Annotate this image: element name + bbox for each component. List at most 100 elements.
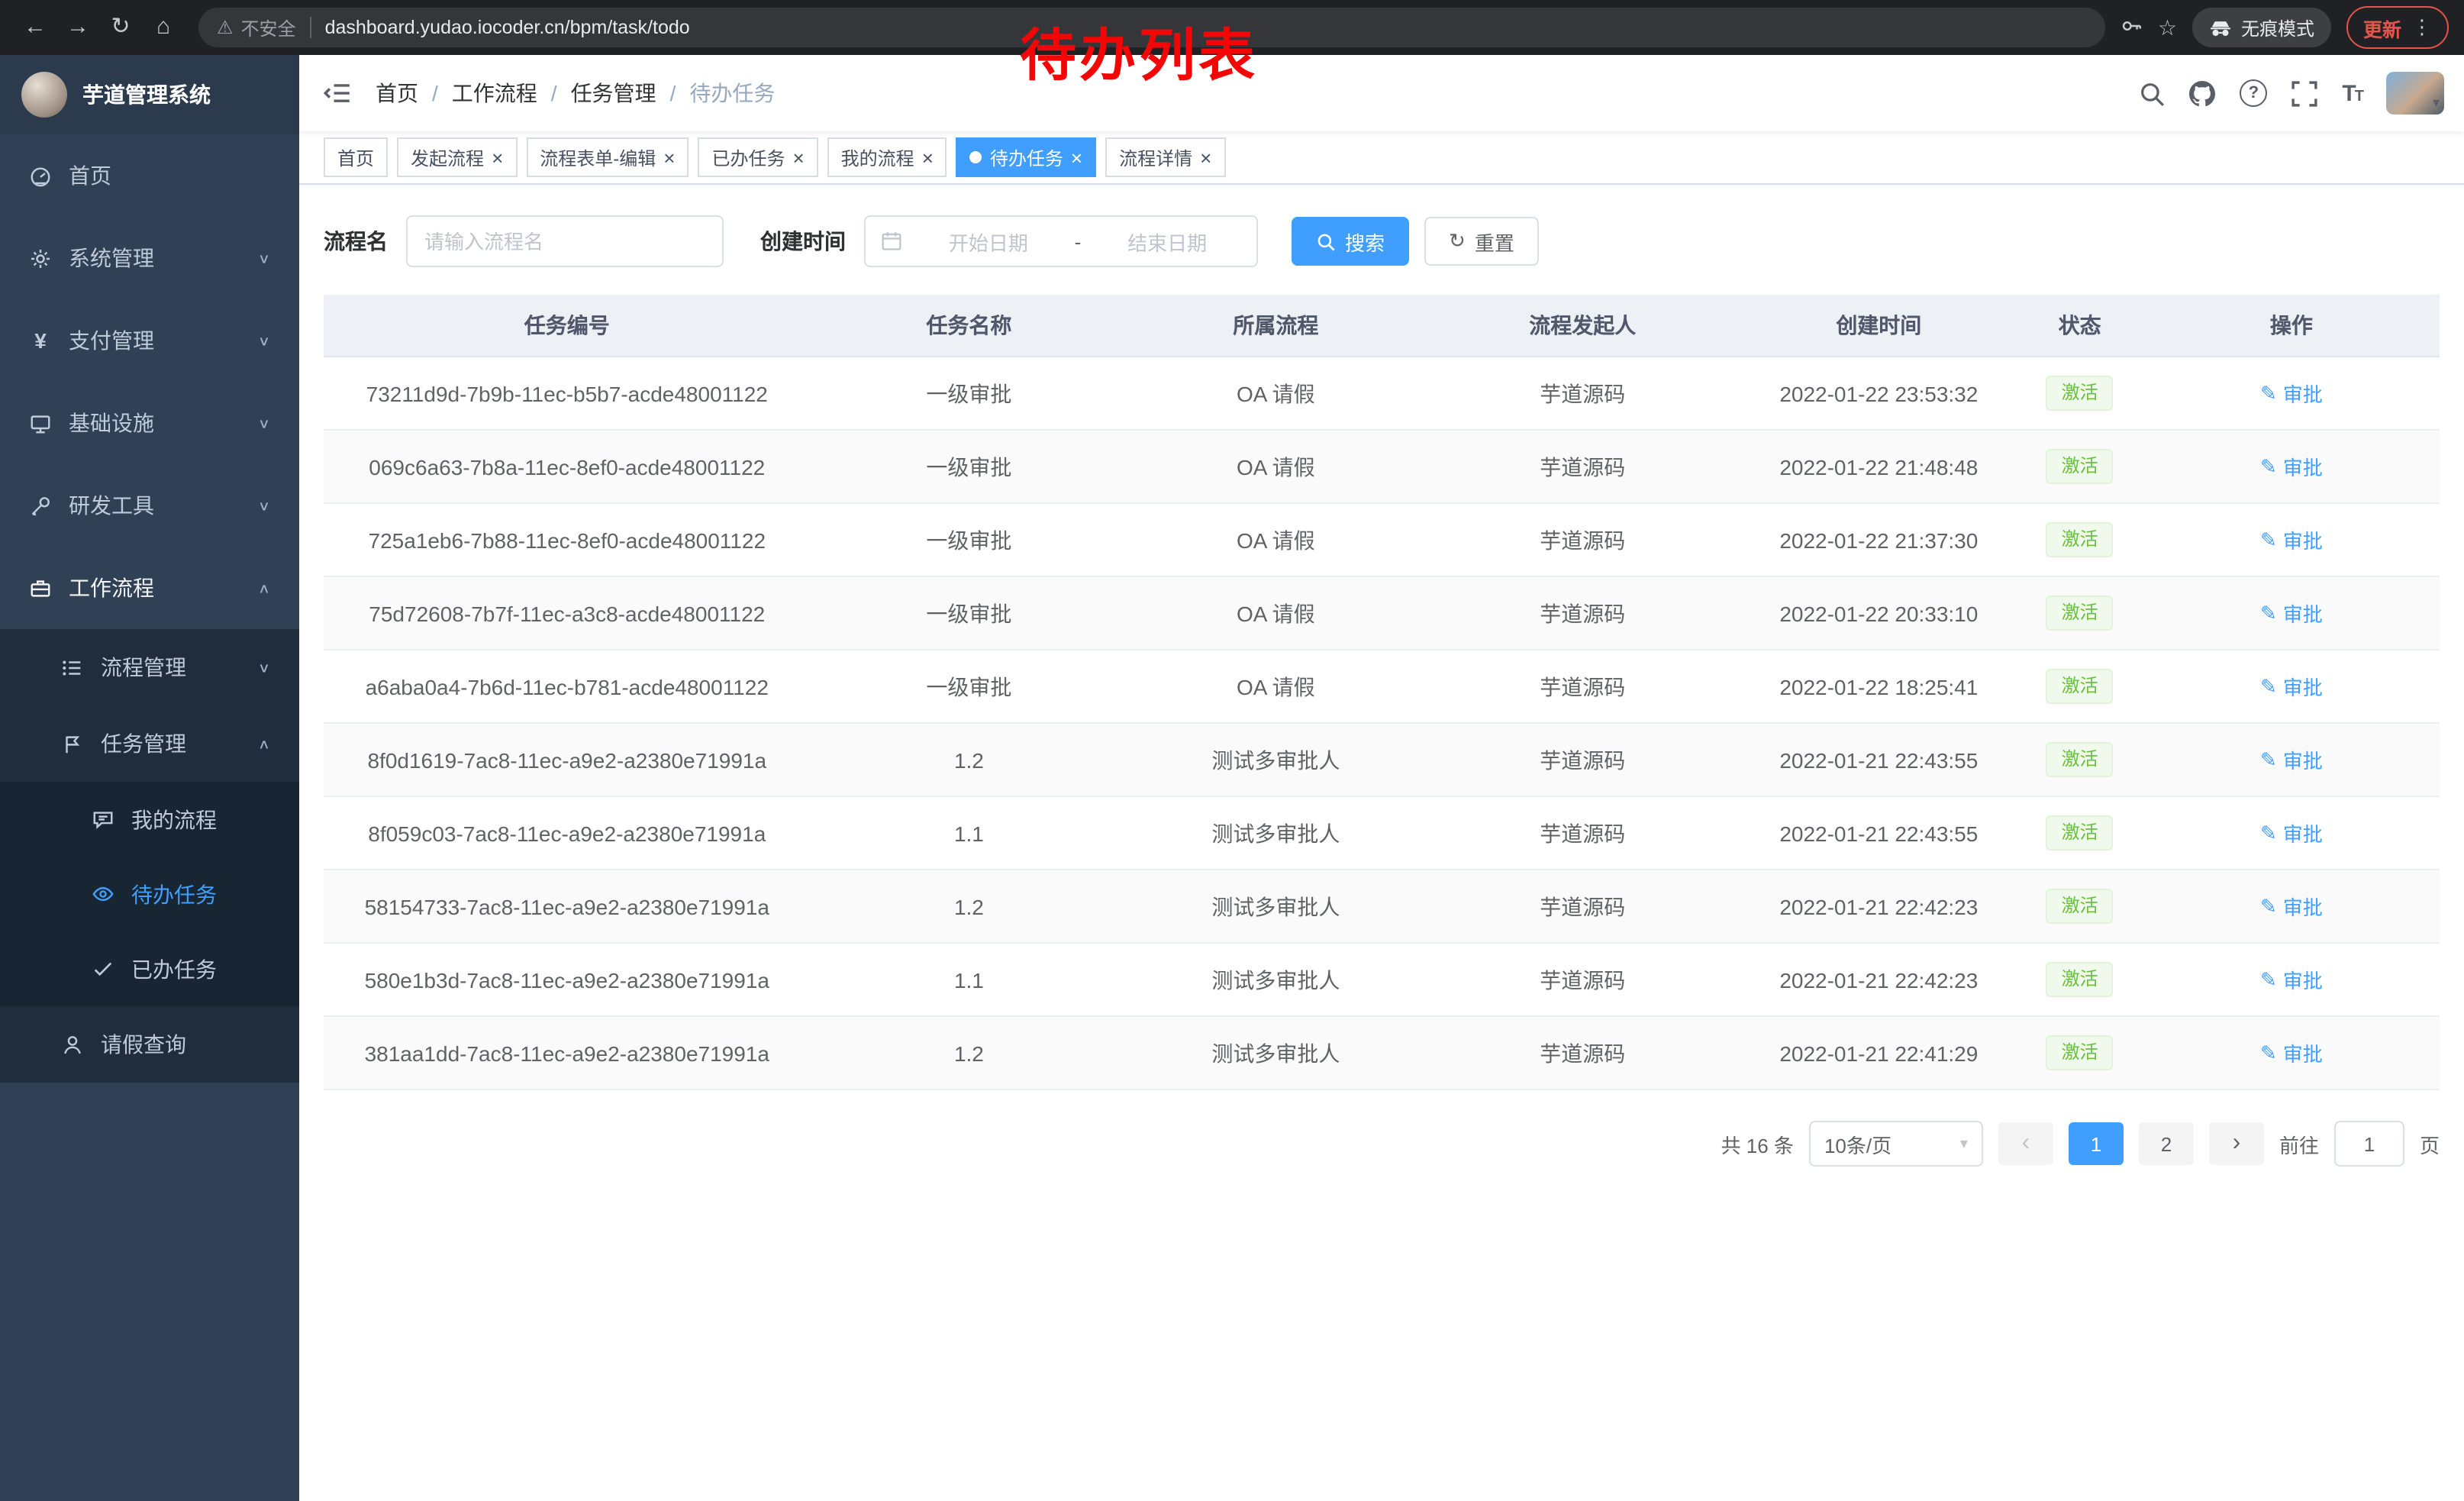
search-icon[interactable] — [2139, 80, 2165, 106]
next-page-button[interactable]: › — [2209, 1122, 2264, 1165]
sidebar-item-home[interactable]: 首页 — [0, 134, 299, 217]
tab-process-detail[interactable]: 流程详情 × — [1105, 137, 1225, 177]
approve-link[interactable]: ✎审批 — [2260, 599, 2323, 628]
task-id: 725a1eb6-7b88-11ec-8ef0-acde48001122 — [324, 503, 811, 576]
status-badge: 激活 — [2046, 596, 2114, 631]
browser-menu-icon[interactable]: ⋮ — [2412, 15, 2432, 40]
approve-link[interactable]: ✎审批 — [2260, 672, 2323, 701]
approve-link[interactable]: ✎审批 — [2260, 525, 2323, 554]
task-id: 75d72608-7b7f-11ec-a3c8-acde48001122 — [324, 576, 811, 650]
sidebar-item-payment[interactable]: ¥ 支付管理 ∨ — [0, 299, 299, 382]
sidebar-item-infra[interactable]: 基础设施 ∨ — [0, 382, 299, 464]
sidebar-item-process-mgmt[interactable]: 流程管理 ∨ — [0, 629, 299, 705]
edit-icon: ✎ — [2260, 381, 2277, 405]
fullscreen-icon[interactable] — [2291, 80, 2317, 106]
goto-page-input[interactable] — [2334, 1121, 2404, 1167]
task-starter: 芋道源码 — [1424, 357, 1741, 430]
sidebar-item-devtools[interactable]: 研发工具 ∨ — [0, 464, 299, 547]
end-date-placeholder[interactable]: 结束日期 — [1093, 227, 1241, 256]
page-button-2[interactable]: 2 — [2139, 1122, 2194, 1165]
task-name: 一级审批 — [811, 503, 1128, 576]
forward-icon[interactable]: → — [58, 8, 98, 47]
update-label[interactable]: 更新 — [2363, 13, 2401, 42]
task-name: 一级审批 — [811, 576, 1128, 650]
approve-link[interactable]: ✎审批 — [2260, 1038, 2323, 1067]
table-row: 381aa1dd-7ac8-11ec-a9e2-a2380e71991a 1.2… — [324, 1016, 2440, 1089]
sidebar-item-workflow[interactable]: 工作流程 ∧ — [0, 547, 299, 629]
help-icon[interactable]: ? — [2240, 79, 2267, 107]
bookmark-star-icon[interactable]: ☆ — [2158, 15, 2177, 40]
breadcrumb-home[interactable]: 首页 — [376, 78, 418, 108]
address-bar[interactable]: ⚠ 不安全 dashboard.yudao.iocoder.cn/bpm/tas… — [198, 8, 2106, 47]
home-icon[interactable]: ⌂ — [144, 8, 183, 47]
update-chip[interactable]: 更新 ⋮ — [2346, 6, 2449, 49]
reload-icon[interactable]: ↻ — [101, 8, 140, 47]
breadcrumb-workflow[interactable]: 工作流程 — [452, 78, 537, 108]
tab-my-process[interactable]: 我的流程 × — [827, 137, 947, 177]
tab-todo-tasks[interactable]: 待办任务 × — [956, 137, 1096, 177]
sidebar-item-leave-query[interactable]: 请假查询 — [0, 1006, 299, 1083]
sidebar-logo[interactable]: 芋道管理系统 — [0, 55, 299, 134]
tab-home[interactable]: 首页 — [324, 137, 388, 177]
process-name-input[interactable] — [406, 215, 724, 267]
approve-link[interactable]: ✎审批 — [2260, 965, 2323, 994]
task-process: 测试多审批人 — [1127, 1016, 1424, 1089]
search-button[interactable]: 搜索 — [1292, 217, 1409, 266]
approve-link[interactable]: ✎审批 — [2260, 452, 2323, 481]
sidebar-item-done-tasks[interactable]: 已办任务 — [0, 931, 299, 1006]
task-name: 1.1 — [811, 943, 1128, 1016]
approve-link[interactable]: ✎审批 — [2260, 745, 2323, 774]
approve-link[interactable]: ✎审批 — [2260, 379, 2323, 408]
sidebar-item-my-process[interactable]: 我的流程 — [0, 782, 299, 857]
prev-page-button[interactable]: ‹ — [1998, 1122, 2053, 1165]
task-id: a6aba0a4-7b6d-11ec-b781-acde48001122 — [324, 650, 811, 723]
security-label[interactable]: 不安全 — [241, 15, 296, 40]
start-date-placeholder[interactable]: 开始日期 — [914, 227, 1063, 256]
password-key-icon[interactable] — [2121, 15, 2143, 40]
close-icon[interactable]: × — [1071, 147, 1082, 167]
task-process: OA 请假 — [1127, 576, 1424, 650]
eye-icon — [92, 883, 114, 905]
task-name: 一级审批 — [811, 650, 1128, 723]
logo-avatar — [21, 72, 67, 118]
font-size-icon[interactable]: TT — [2342, 80, 2362, 106]
goto-label: 前往 — [2279, 1129, 2319, 1158]
status-badge: 激活 — [2046, 962, 2114, 997]
github-icon[interactable] — [2189, 80, 2215, 106]
close-icon[interactable]: × — [792, 147, 804, 167]
task-name: 1.1 — [811, 796, 1128, 870]
col-task-name: 任务名称 — [811, 295, 1128, 357]
page-size-select[interactable]: 10条/页 ▾ — [1809, 1121, 1983, 1167]
close-icon[interactable]: × — [1200, 147, 1211, 167]
sidebar-collapse-icon[interactable] — [324, 79, 351, 107]
breadcrumb-task-mgmt[interactable]: 任务管理 — [571, 78, 656, 108]
tab-form-edit[interactable]: 流程表单-编辑 × — [526, 137, 689, 177]
page-button-1[interactable]: 1 — [2069, 1122, 2124, 1165]
url-text[interactable]: dashboard.yudao.iocoder.cn/bpm/task/todo — [325, 17, 690, 38]
approve-link[interactable]: ✎审批 — [2260, 892, 2323, 921]
warning-icon: ⚠ — [217, 17, 234, 38]
status-badge: 激活 — [2046, 742, 2114, 777]
task-time: 2022-01-21 22:42:23 — [1741, 870, 2016, 943]
task-time: 2022-01-21 22:43:55 — [1741, 723, 2016, 796]
close-icon[interactable]: × — [663, 147, 675, 167]
task-time: 2022-01-21 22:42:23 — [1741, 943, 2016, 1016]
close-icon[interactable]: × — [922, 147, 934, 167]
reset-button[interactable]: ↻ 重置 — [1424, 217, 1539, 266]
user-menu[interactable]: ▾ — [2387, 72, 2440, 115]
tab-start-process[interactable]: 发起流程 × — [397, 137, 517, 177]
close-icon[interactable]: × — [492, 147, 503, 167]
task-name: 一级审批 — [811, 430, 1128, 503]
sidebar-item-todo-tasks[interactable]: 待办任务 — [0, 857, 299, 931]
edit-icon: ✎ — [2260, 894, 2277, 918]
edit-icon: ✎ — [2260, 601, 2277, 625]
sidebar-item-task-mgmt[interactable]: 任务管理 ∧ — [0, 705, 299, 782]
col-task-id: 任务编号 — [324, 295, 811, 357]
approve-link[interactable]: ✎审批 — [2260, 818, 2323, 847]
date-range-picker[interactable]: 开始日期 - 结束日期 — [864, 215, 1258, 267]
sidebar-item-system[interactable]: 系统管理 ∨ — [0, 217, 299, 299]
status-badge: 激活 — [2046, 889, 2114, 924]
tab-done-tasks[interactable]: 已办任务 × — [698, 137, 818, 177]
back-icon[interactable]: ← — [15, 8, 55, 47]
task-starter: 芋道源码 — [1424, 1016, 1741, 1089]
